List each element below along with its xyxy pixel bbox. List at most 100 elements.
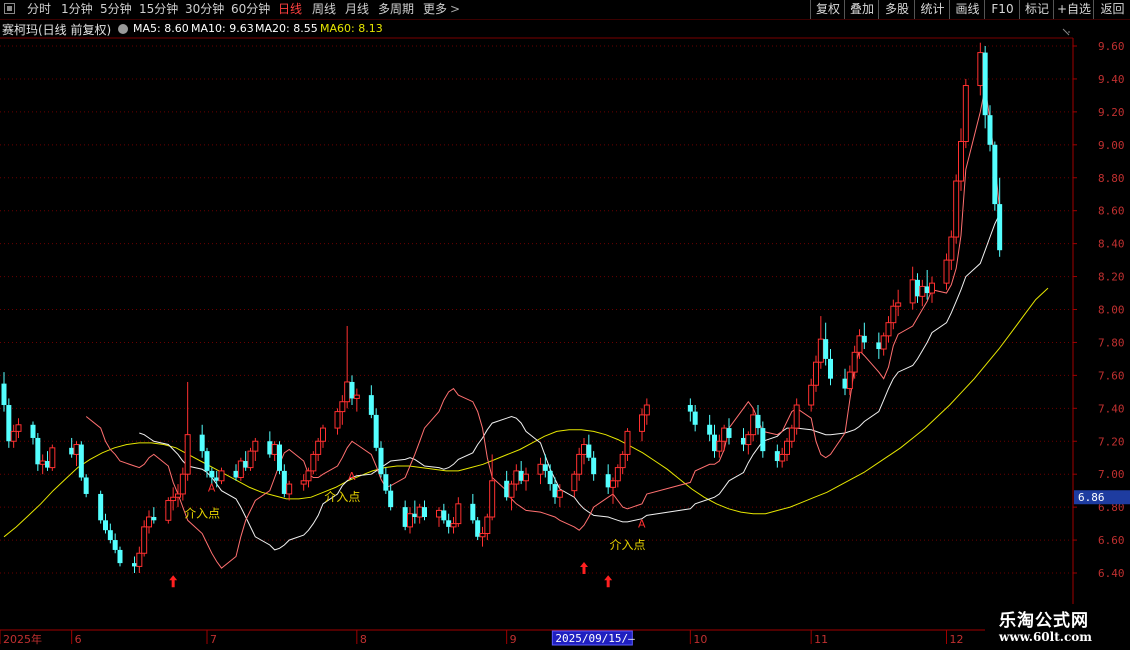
- candle-body-up: [484, 516, 491, 534]
- candle-body-down: [117, 549, 123, 564]
- price-tick-label: 7.80: [1098, 336, 1125, 349]
- date-tick-label: 9: [510, 633, 517, 646]
- candle-body-up: [508, 483, 515, 498]
- candle-body-down: [6, 405, 12, 442]
- candle-body-up: [808, 384, 815, 406]
- candle-body-down: [591, 457, 597, 475]
- candle-body-down: [35, 437, 41, 465]
- price-tick-label: 8.00: [1098, 304, 1125, 317]
- candle-body-up: [170, 496, 177, 502]
- candle-body-down: [441, 510, 447, 521]
- candle-body-up: [919, 285, 926, 297]
- candle-body-up: [716, 440, 723, 452]
- candle-body-down: [992, 144, 998, 205]
- candle-body-down: [383, 474, 389, 491]
- candle-body-up: [624, 430, 631, 455]
- candle-body-up: [339, 401, 346, 413]
- candle-body-down: [83, 477, 89, 494]
- kline-chart[interactable]: 9.60 9.40 9.20 9.00 8.80 8.60 8.40 8.20 8.00 7.80…: [0, 0, 1130, 650]
- candle-body-down: [997, 204, 1003, 251]
- candle-body-up: [817, 338, 824, 363]
- candle-body-up: [619, 453, 626, 469]
- candle-body-up: [416, 506, 423, 518]
- candle-body-up: [179, 473, 186, 495]
- price-tick-label: 9.40: [1098, 73, 1125, 86]
- candle-body-up: [793, 404, 800, 429]
- candle-body-up: [788, 427, 795, 442]
- candle-body-down: [755, 414, 761, 429]
- candle-body-up: [784, 440, 790, 455]
- candle-body-up: [247, 450, 254, 469]
- candle-body-up: [977, 52, 984, 87]
- candle-body-up: [305, 470, 312, 482]
- price-tick-label: 7.20: [1098, 435, 1125, 448]
- candle-body-down: [209, 470, 215, 478]
- candle-body-down: [504, 480, 510, 498]
- price-tick-label: 6.60: [1098, 534, 1125, 547]
- candle-body-down: [1, 383, 7, 406]
- candle-body-up: [271, 444, 278, 455]
- candle-body-up: [537, 463, 544, 475]
- candle-body-up: [252, 440, 259, 452]
- candle-body-down: [726, 428, 732, 438]
- price-tick-label: 8.40: [1098, 238, 1125, 251]
- candle-body-up: [610, 480, 616, 488]
- candle-body-down: [373, 414, 379, 448]
- candle-body-up: [300, 480, 307, 485]
- candle-body-down: [475, 520, 481, 537]
- candle-body-down: [982, 52, 988, 116]
- candle-body-up: [639, 414, 645, 432]
- candle-body-up: [10, 430, 17, 442]
- candle-body-up: [614, 467, 621, 482]
- price-tick-label: 8.60: [1098, 205, 1125, 218]
- date-tick-label: 11: [814, 633, 828, 646]
- ma5-line: [85, 87, 1001, 569]
- price-tick-label: 9.60: [1098, 40, 1125, 53]
- candle-body-up: [576, 453, 583, 475]
- price-tick-label: 9.20: [1098, 106, 1125, 119]
- candle-body-down: [112, 540, 118, 550]
- cursor-date-label: 2025/09/15/—: [555, 632, 635, 645]
- candle-body-down: [823, 339, 829, 359]
- price-tick-label: 7.40: [1098, 402, 1125, 415]
- candle-body-down: [378, 447, 384, 475]
- candle-body-down: [98, 493, 104, 521]
- candle-body-up: [571, 473, 578, 492]
- candle-body-down: [204, 451, 210, 471]
- candle-body-up: [745, 434, 752, 446]
- buy-arrow-icon: [169, 575, 178, 588]
- candle-body-up: [909, 279, 916, 304]
- candle-body-up: [141, 526, 148, 554]
- candle-body-up: [948, 236, 955, 261]
- candle-body-up: [407, 513, 413, 528]
- candle-body-up: [513, 470, 520, 485]
- candle-body-down: [103, 520, 108, 531]
- candle-body-down: [446, 520, 452, 527]
- date-tick-label: 10: [693, 633, 707, 646]
- candle-body-down: [412, 513, 418, 518]
- candle-body-up: [436, 509, 442, 518]
- candle-body-down: [349, 381, 355, 399]
- candle-body-up: [643, 404, 650, 416]
- candle-body-down: [518, 470, 524, 481]
- candle-body-down: [388, 490, 394, 508]
- candle-body-down: [281, 470, 287, 494]
- candle-body-down: [876, 342, 882, 350]
- candle-body-down: [69, 447, 75, 455]
- candle-body-up: [479, 532, 486, 538]
- price-tick-label: 7.60: [1098, 369, 1125, 382]
- candle-body-up: [286, 483, 293, 495]
- candle-body-down: [774, 451, 780, 462]
- candle-body-up: [895, 302, 902, 307]
- candle-body-up: [856, 335, 863, 353]
- candle-body-up: [218, 470, 225, 482]
- entry-point-label: 介入点: [324, 490, 360, 504]
- candle-body-up: [15, 424, 22, 432]
- candle-body-up: [880, 335, 887, 350]
- candle-body-up: [581, 444, 587, 455]
- candle-body-down: [422, 507, 427, 518]
- candle-body-up: [49, 447, 56, 469]
- candle-body-down: [470, 503, 476, 521]
- candle-body-down: [605, 474, 611, 488]
- candle-body-down: [924, 286, 930, 294]
